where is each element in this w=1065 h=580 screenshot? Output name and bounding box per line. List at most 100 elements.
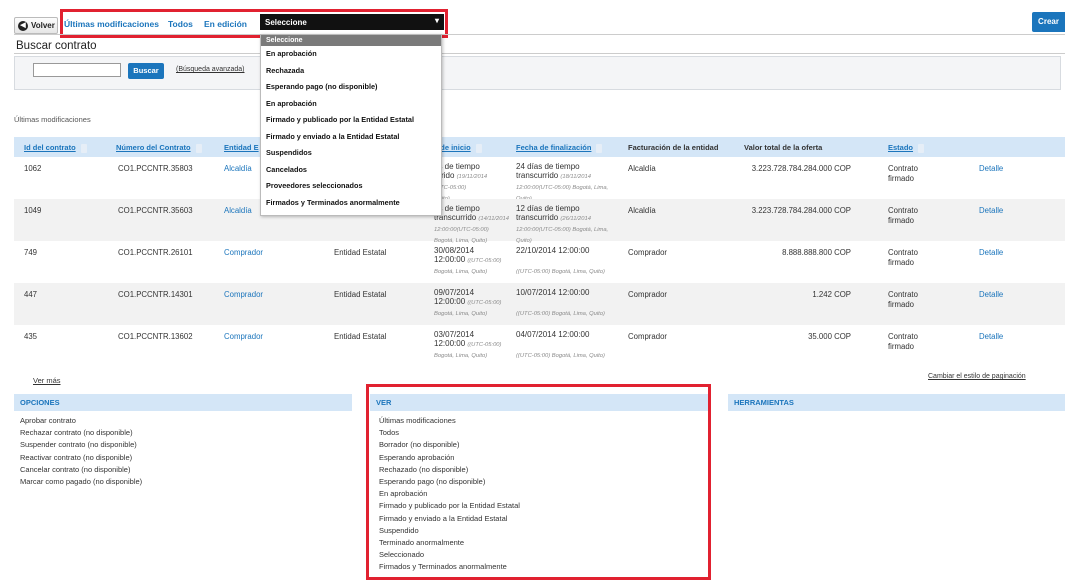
tools-panel: HERRAMIENTAS xyxy=(728,394,1065,411)
status: Contrato firmado xyxy=(888,248,918,268)
dropdown-options: Seleccione En aprobación Rechazada Esperand… xyxy=(261,35,441,211)
create-button[interactable]: Crear xyxy=(1032,12,1065,32)
options-menu-item[interactable]: Marcar como pagado (no disponible) xyxy=(20,476,352,488)
sort-icon xyxy=(195,143,202,153)
cell-text: Contrato xyxy=(888,206,918,215)
see-more-link[interactable]: Ver más xyxy=(33,376,61,385)
column-header-fecha-fin[interactable]: Fecha de finalización xyxy=(516,143,603,153)
options-menu-item[interactable]: Suspender contrato (no disponible) xyxy=(20,439,352,451)
dropdown-option[interactable]: Proveedores seleccionados xyxy=(261,178,441,195)
cell-text: firmado xyxy=(888,174,914,183)
pagination-style-link[interactable]: Cambiar el estilo de paginación xyxy=(928,373,1026,380)
column-header-label: Fecha de finalización xyxy=(516,143,592,152)
table-row: 749 CO1.PCCNTR.26101 Comprador Entidad E… xyxy=(14,241,1065,283)
entity-type: Entidad Estatal xyxy=(334,248,387,257)
status: Contrato firmado xyxy=(888,332,918,352)
end-date: 10/07/2014 12:00:00 ((UTC-05:00) Bogotá,… xyxy=(516,288,605,319)
options-menu-item[interactable]: Rechazar contrato (no disponible) xyxy=(20,427,352,439)
cell-text: 12:00:00(UTC-05:00) Bogotá, Lima, xyxy=(516,227,609,233)
detail-link[interactable]: Detalle xyxy=(979,164,1003,173)
end-date: 04/07/2014 12:00:00 ((UTC-05:00) Bogotá,… xyxy=(516,330,605,361)
advanced-search-link[interactable]: (Búsqueda avanzada) xyxy=(176,66,245,73)
back-arrow-icon: ◀ xyxy=(18,20,28,31)
offer-value: 3.223.728.784.284.000 COP xyxy=(751,164,851,173)
cell-text: transcurrido xyxy=(516,213,559,222)
back-button[interactable]: ◀ Volver xyxy=(14,17,58,34)
search-input[interactable] xyxy=(33,63,121,77)
contract-id: 1049 xyxy=(24,206,42,215)
cell-text: 24 días de tiempo xyxy=(516,162,580,171)
table-row: 1062 CO1.PCCNTR.35803 Alcaldía as de tie… xyxy=(14,157,1065,202)
dropdown-option[interactable]: En aprobación xyxy=(261,96,441,113)
offer-value: 35.000 COP xyxy=(808,332,851,341)
column-header-facturacion: Facturación de la entidad xyxy=(628,143,719,152)
cell-text: firmado xyxy=(888,216,914,225)
offer-value: 3.223.728.784.284.000 COP xyxy=(751,206,851,215)
options-menu-item[interactable]: Cancelar contrato (no disponible) xyxy=(20,464,352,476)
entity-link[interactable]: Comprador xyxy=(224,248,263,257)
start-date: as de tiempo transcurrido (14/11/2014 12… xyxy=(434,204,509,246)
cell-text: 30/08/2014 xyxy=(434,246,475,255)
detail-link[interactable]: Detalle xyxy=(979,332,1003,341)
cell-text: (19/11/2014 xyxy=(456,174,488,180)
search-button[interactable]: Buscar xyxy=(128,63,164,79)
column-header-estado[interactable]: Estado xyxy=(888,143,925,153)
cell-text: Bogotá, Lima, Quito) xyxy=(434,269,488,275)
column-header-id[interactable]: Id del contrato xyxy=(24,143,87,153)
entity-link[interactable]: Alcaldía xyxy=(224,206,252,215)
table-row: 435 CO1.PCCNTR.13602 Comprador Entidad E… xyxy=(14,325,1065,367)
divider xyxy=(14,53,1065,54)
column-header-label: Entidad E xyxy=(224,143,259,152)
cell-text: ((UTC-05:00) Bogotá, Lima, Quito) xyxy=(516,269,605,275)
cell-text: 12:00:00(UTC-05:00) Bogotá, Lima, xyxy=(516,185,609,191)
detail-link[interactable]: Detalle xyxy=(979,290,1003,299)
options-menu-item[interactable]: Reactivar contrato (no disponible) xyxy=(20,452,352,464)
end-date: 12 días de tiempo transcurrido (26/11/20… xyxy=(516,204,608,246)
dropdown-option[interactable]: Seleccione xyxy=(261,35,441,46)
cell-text: 12 días de tiempo xyxy=(516,204,580,213)
entity-link[interactable]: Comprador xyxy=(224,290,263,299)
dropdown-option[interactable]: Esperando pago (no disponible) xyxy=(261,79,441,96)
options-menu-item[interactable]: Aprobar contrato xyxy=(20,415,352,427)
status: Contrato firmado xyxy=(888,290,918,310)
dropdown-option[interactable]: Cancelados xyxy=(261,162,441,179)
offer-value: 1.242 COP xyxy=(812,290,851,299)
column-header-label: Estado xyxy=(888,143,914,152)
cell-text: (18/11/2014 xyxy=(560,174,591,180)
cell-text: firmado xyxy=(888,300,914,309)
dropdown-option[interactable]: Firmado y publicado por la Entidad Estat… xyxy=(261,112,441,129)
cell-text: 22/10/2014 12:00:00 xyxy=(516,246,590,255)
sort-icon xyxy=(596,143,603,153)
billing-entity: Comprador xyxy=(628,332,667,341)
entity-type: Entidad Estatal xyxy=(334,332,387,341)
contract-number: CO1.PCCNTR.14301 xyxy=(118,290,193,299)
entity-link[interactable]: Comprador xyxy=(224,332,263,341)
detail-link[interactable]: Detalle xyxy=(979,248,1003,257)
cell-text: Bogotá, Lima, Quito) xyxy=(434,311,488,317)
billing-entity: Alcaldía xyxy=(628,164,656,173)
entity-link[interactable]: Alcaldía xyxy=(224,164,252,173)
cell-text: 12:00:00 xyxy=(434,339,466,348)
table-row: 447 CO1.PCCNTR.14301 Comprador Entidad E… xyxy=(14,283,1065,325)
cell-text: 10/07/2014 12:00:00 xyxy=(516,288,590,297)
contract-number: CO1.PCCNTR.35803 xyxy=(118,164,193,173)
detail-link[interactable]: Detalle xyxy=(979,206,1003,215)
cell-text: ((UTC-05:00) xyxy=(467,342,502,348)
cell-text: Contrato xyxy=(888,332,918,341)
contract-number: CO1.PCCNTR.13602 xyxy=(118,332,193,341)
column-header-entidad[interactable]: Entidad E xyxy=(224,143,259,152)
options-panel-title: OPCIONES xyxy=(14,394,352,411)
options-list: Aprobar contrato Rechazar contrato (no di… xyxy=(14,411,352,488)
cell-text: 12:00:00 xyxy=(434,255,466,264)
dropdown-option[interactable]: Firmados y Terminados anormalmente xyxy=(261,195,441,212)
page-title: Buscar contrato xyxy=(16,40,97,52)
column-header-numero[interactable]: Número del Contrato xyxy=(116,143,202,153)
cell-text: ((UTC-05:00) xyxy=(467,258,502,264)
back-button-label: Volver xyxy=(31,21,55,30)
dropdown-option[interactable]: Suspendidos xyxy=(261,145,441,162)
dropdown-option[interactable]: Rechazada xyxy=(261,63,441,80)
dropdown-option[interactable]: Firmado y enviado a la Entidad Estatal xyxy=(261,129,441,146)
sort-icon xyxy=(475,143,482,153)
column-header-valor: Valor total de la oferta xyxy=(744,143,823,152)
dropdown-option[interactable]: En aprobación xyxy=(261,46,441,63)
